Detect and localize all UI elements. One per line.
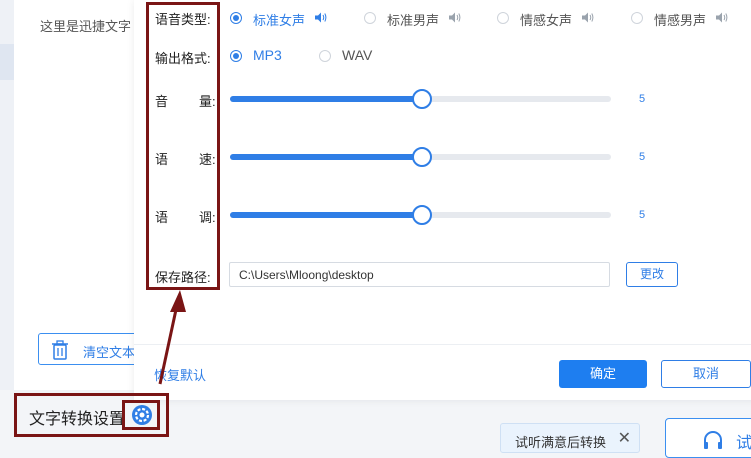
headphones-icon	[704, 431, 722, 449]
volume-slider-thumb[interactable]	[411, 89, 432, 109]
reset-defaults-link[interactable]: 恢复默认	[154, 365, 206, 384]
conversion-settings-dialog	[134, 0, 751, 400]
editor-placeholder: 这里是迅捷文字	[40, 19, 132, 34]
close-icon[interactable]: ✕	[618, 428, 631, 448]
radio-standard-female[interactable]	[230, 12, 242, 24]
option-emotional-male[interactable]: 情感男声	[654, 10, 706, 29]
text-editor-panel[interactable]: 这里是迅捷文字	[0, 0, 140, 390]
speed-slider[interactable]	[230, 147, 611, 167]
volume-value: 5	[639, 93, 646, 105]
option-standard-male[interactable]: 标准男声	[387, 10, 439, 29]
pitch-slider-thumb[interactable]	[411, 205, 432, 225]
speed-value: 5	[639, 151, 646, 163]
left-strip	[0, 0, 14, 390]
option-mp3[interactable]: MP3	[253, 47, 282, 63]
speaker-icon[interactable]	[716, 12, 728, 23]
volume-slider[interactable]	[230, 89, 611, 109]
annotation-gear-box	[122, 400, 160, 430]
volume-slider-fill	[230, 96, 421, 102]
annotation-labels-box	[146, 2, 220, 290]
save-path-input[interactable]: C:\Users\Mloong\desktop	[229, 262, 610, 287]
option-emotional-female[interactable]: 情感女声	[520, 10, 572, 29]
listen-button-label: 试	[736, 435, 751, 452]
radio-standard-male[interactable]	[364, 12, 376, 24]
radio-emotional-male[interactable]	[631, 12, 643, 24]
pitch-value: 5	[639, 209, 646, 221]
pitch-slider[interactable]	[230, 205, 611, 225]
pitch-slider-fill	[230, 212, 421, 218]
confirm-button[interactable]: 确定	[559, 360, 647, 388]
tooltip-text: 试听满意后转换	[515, 435, 607, 450]
dialog-divider	[134, 344, 751, 345]
preview-tooltip: 试听满意后转换 ✕	[500, 423, 640, 453]
option-standard-female[interactable]: 标准女声	[253, 10, 305, 29]
speed-slider-fill	[230, 154, 421, 160]
speed-slider-thumb[interactable]	[411, 147, 432, 167]
radio-mp3[interactable]	[230, 50, 242, 62]
radio-emotional-female[interactable]	[497, 12, 509, 24]
listen-button[interactable]: 试	[665, 418, 751, 458]
radio-wav[interactable]	[319, 50, 331, 62]
cancel-button[interactable]: 取消	[661, 360, 751, 388]
speaker-icon[interactable]	[582, 12, 594, 23]
left-strip-selected	[0, 44, 14, 80]
trash-icon	[52, 340, 68, 360]
speaker-icon[interactable]	[449, 12, 461, 23]
change-path-button[interactable]: 更改	[626, 262, 678, 287]
clear-text-label: 清空文本	[83, 345, 136, 360]
speaker-icon[interactable]	[315, 12, 327, 23]
option-wav[interactable]: WAV	[342, 47, 372, 63]
